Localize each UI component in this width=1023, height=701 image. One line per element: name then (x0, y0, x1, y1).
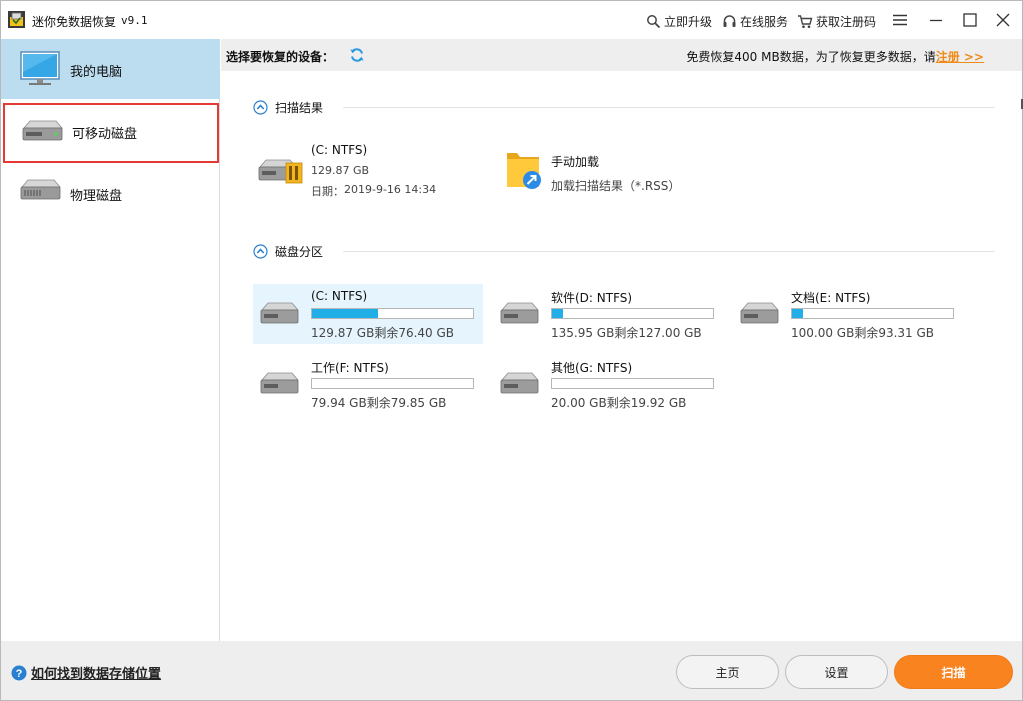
app-window: 迷你免数据恢复 v9.1 立即升级 在线服务 获取注册码 我的电脑 可移动磁盘 … (0, 0, 1023, 701)
scan-result-date: 2019-9-16 14:34 (344, 183, 437, 196)
removable-disk-icon (22, 120, 63, 141)
scan-results-header[interactable]: 扫描结果 (253, 98, 323, 116)
partition-usage-bar (551, 308, 714, 319)
sidebar-item-label: 可移动磁盘 (72, 127, 138, 142)
partition-name: 工作(F: NTFS) (311, 361, 389, 375)
hamburger-icon (893, 14, 907, 26)
notice-text: 免费恢复400 MB数据，为了恢复更多数据，请 (686, 50, 936, 64)
folder-load-icon (507, 153, 541, 189)
upgrade-link[interactable]: 立即升级 (646, 12, 712, 30)
minimize-button[interactable] (925, 9, 947, 31)
close-icon (996, 13, 1010, 27)
svg-text:?: ? (16, 668, 23, 680)
partition-tile[interactable]: 其他(G: NTFS) 20.00 GB剩余19.92 GB (493, 354, 723, 414)
headset-icon (723, 14, 736, 27)
settings-button[interactable]: 设置 (785, 655, 888, 689)
section-divider (343, 251, 995, 252)
help-text: 如何找到数据存储位置 (31, 667, 162, 682)
physical-disk-icon (20, 179, 61, 200)
partition-usage-fill (312, 309, 378, 318)
sidebar-item-label: 物理磁盘 (70, 189, 123, 204)
monitor-icon (20, 51, 60, 85)
device-bar: 选择要恢复的设备： 免费恢复400 MB数据，为了恢复更多数据，请注册 >> (221, 39, 1022, 71)
partition-tile[interactable]: 文档(E: NTFS) 100.00 GB剩余93.31 GB (733, 284, 963, 344)
partition-info: 20.00 GB剩余19.92 GB (551, 396, 687, 410)
sidebar-item-removable-disk[interactable]: 可移动磁盘 (3, 103, 219, 163)
manual-load-item[interactable]: 手动加载 加载扫描结果（*.RSS） (505, 145, 705, 193)
main-content: 扫描结果 (C: NTFS) 129.87 GB 日期： 2019-9-16 1… (223, 71, 1022, 641)
manual-load-title: 手动加载 (551, 155, 600, 169)
disk-icon (740, 302, 779, 324)
disk-icon (500, 372, 539, 394)
sidebar-item-physical-disk[interactable]: 物理磁盘 (1, 163, 220, 223)
partition-name: 其他(G: NTFS) (551, 361, 633, 375)
upgrade-label: 立即升级 (664, 14, 713, 29)
disk-icon (500, 302, 539, 324)
manual-load-sub: 加载扫描结果（*.RSS） (551, 179, 681, 193)
scan-button[interactable]: 扫描 (894, 655, 1013, 689)
disk-icon (260, 372, 299, 394)
scan-result-size: 129.87 GB (311, 164, 370, 177)
title-bar: 迷你免数据恢复 v9.1 立即升级 在线服务 获取注册码 (1, 1, 1022, 39)
scan-results-title: 扫描结果 (275, 100, 324, 115)
app-version: v9.1 (121, 14, 148, 27)
scan-result-item[interactable]: (C: NTFS) 129.87 GB 日期： 2019-9-16 14:34 (257, 137, 457, 203)
maximize-icon (963, 13, 977, 27)
partition-name: 软件(D: NTFS) (551, 291, 633, 305)
online-service-label: 在线服务 (740, 14, 789, 29)
magnifier-key-icon (647, 14, 661, 28)
partition-usage-bar (791, 308, 954, 319)
refresh-icon[interactable] (349, 47, 365, 63)
minimize-icon (930, 19, 942, 22)
partition-usage-fill (552, 309, 563, 318)
partition-usage-bar (311, 308, 474, 319)
partition-usage-fill (792, 309, 803, 318)
sidebar: 我的电脑 可移动磁盘 物理磁盘 (1, 39, 220, 641)
partitions-header[interactable]: 磁盘分区 (253, 242, 323, 260)
scan-result-name: (C: NTFS) (311, 143, 368, 157)
help-link[interactable]: ? 如何找到数据存储位置 (11, 663, 161, 682)
disk-icon (260, 302, 299, 324)
partitions-title: 磁盘分区 (275, 244, 324, 259)
sidebar-item-my-computer[interactable]: 我的电脑 (1, 39, 220, 99)
home-button[interactable]: 主页 (676, 655, 779, 689)
partition-name: (C: NTFS) (311, 289, 368, 303)
collapse-up-icon (253, 99, 268, 115)
app-title: 迷你免数据恢复 (32, 15, 117, 29)
app-logo-icon (8, 11, 25, 28)
menu-button[interactable] (889, 9, 911, 31)
cart-icon (798, 14, 813, 28)
partition-tile[interactable]: (C: NTFS) 129.87 GB剩余76.40 GB (253, 284, 483, 344)
register-link[interactable]: 注册 >> (936, 50, 984, 64)
maximize-button[interactable] (959, 9, 981, 31)
partition-tile[interactable]: 软件(D: NTFS) 135.95 GB剩余127.00 GB (493, 284, 723, 344)
scan-result-date-label: 日期： (311, 185, 344, 198)
partition-info: 135.95 GB剩余127.00 GB (551, 326, 702, 340)
get-code-link[interactable]: 获取注册码 (797, 12, 876, 30)
close-button[interactable] (992, 9, 1014, 31)
partition-info: 129.87 GB剩余76.40 GB (311, 326, 455, 340)
partition-usage-bar (551, 378, 714, 389)
section-divider (343, 107, 995, 108)
partition-usage-bar (311, 378, 474, 389)
device-bar-label: 选择要恢复的设备： (226, 50, 335, 64)
collapse-up-icon (253, 243, 268, 259)
partition-name: 文档(E: NTFS) (791, 291, 871, 305)
partition-info: 100.00 GB剩余93.31 GB (791, 326, 935, 340)
disk-with-folder-icon (258, 159, 303, 184)
question-icon: ? (11, 665, 27, 680)
sidebar-item-label: 我的电脑 (70, 65, 123, 80)
footer-bar: ? 如何找到数据存储位置 主页 设置 扫描 (1, 641, 1022, 700)
free-quota-notice: 免费恢复400 MB数据，为了恢复更多数据，请注册 >> (686, 48, 984, 65)
partition-tile[interactable]: 工作(F: NTFS) 79.94 GB剩余79.85 GB (253, 354, 483, 414)
partition-info: 79.94 GB剩余79.85 GB (311, 396, 447, 410)
online-service-link[interactable]: 在线服务 (722, 12, 788, 30)
get-code-label: 获取注册码 (816, 14, 877, 29)
